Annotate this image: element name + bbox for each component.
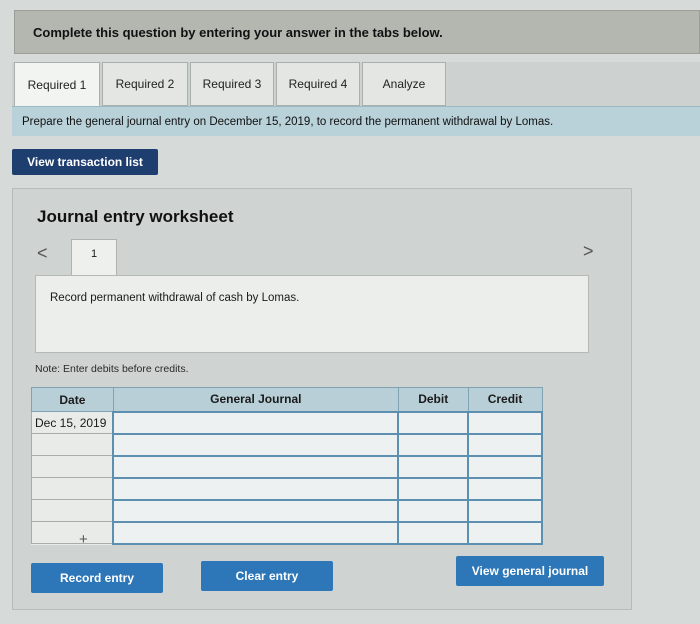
col-general-journal: General Journal <box>112 387 399 412</box>
clear-entry-button[interactable]: Clear entry <box>201 561 333 591</box>
date-cell[interactable] <box>31 433 114 456</box>
table-row <box>31 476 543 501</box>
tab-required-3[interactable]: Required 3 <box>190 62 274 106</box>
prompt-text: Prepare the general journal entry on Dec… <box>22 115 554 128</box>
debit-input[interactable] <box>397 432 470 457</box>
entry-description: Record permanent withdrawal of cash by L… <box>50 292 300 304</box>
credit-input[interactable] <box>467 498 543 523</box>
question-instruction: Complete this question by entering your … <box>33 24 443 40</box>
next-arrow-icon[interactable]: > <box>583 241 594 262</box>
debit-credit-note: Note: Enter debits before credits. <box>35 363 189 375</box>
debit-input[interactable] <box>397 410 470 435</box>
credit-input[interactable] <box>467 410 543 435</box>
debit-input[interactable] <box>397 520 470 545</box>
tab-required-2[interactable]: Required 2 <box>102 62 188 106</box>
add-row-icon[interactable]: + <box>79 531 88 548</box>
date-cell[interactable]: Dec 15, 2019 <box>31 411 114 434</box>
date-cell[interactable] <box>31 521 114 544</box>
tab-analyze[interactable]: Analyze <box>362 62 446 106</box>
debit-input[interactable] <box>397 498 470 523</box>
debit-input[interactable] <box>397 454 470 479</box>
table-row <box>31 498 543 523</box>
col-debit: Debit <box>397 387 469 412</box>
account-input[interactable] <box>112 432 400 457</box>
view-general-journal-button[interactable]: View general journal <box>456 556 604 586</box>
account-input[interactable] <box>112 520 400 545</box>
credit-input[interactable] <box>467 476 543 501</box>
journal-table: Date General Journal Debit Credit Dec 15… <box>31 387 543 545</box>
journal-worksheet: Journal entry worksheet < 1 > Record per… <box>12 188 632 610</box>
tab-bar: Required 1 Required 2 Required 3 Require… <box>12 62 700 108</box>
question-header: Complete this question by entering your … <box>14 10 700 54</box>
account-input[interactable] <box>112 498 400 523</box>
col-credit: Credit <box>467 387 543 412</box>
account-input[interactable] <box>112 410 400 435</box>
table-row <box>31 432 543 457</box>
worksheet-page-tab[interactable]: 1 <box>71 239 117 277</box>
debit-input[interactable] <box>397 476 470 501</box>
account-input[interactable] <box>112 476 400 501</box>
table-row <box>31 520 543 545</box>
tab-required-1[interactable]: Required 1 <box>14 62 100 108</box>
view-transaction-list-button[interactable]: View transaction list <box>12 149 158 175</box>
credit-input[interactable] <box>467 432 543 457</box>
account-input[interactable] <box>112 454 400 479</box>
col-date: Date <box>31 387 114 412</box>
credit-input[interactable] <box>467 520 543 545</box>
table-row: Dec 15, 2019 <box>31 410 543 435</box>
worksheet-title: Journal entry worksheet <box>37 207 234 226</box>
journal-header-row: Date General Journal Debit Credit <box>31 387 543 412</box>
record-entry-button[interactable]: Record entry <box>31 563 163 593</box>
table-row <box>31 454 543 479</box>
credit-input[interactable] <box>467 454 543 479</box>
prompt-bar: Prepare the general journal entry on Dec… <box>12 106 700 136</box>
date-cell[interactable] <box>31 499 114 522</box>
tab-required-4[interactable]: Required 4 <box>276 62 360 106</box>
prev-arrow-icon[interactable]: < <box>37 243 48 264</box>
date-cell[interactable] <box>31 455 114 478</box>
entry-description-box: Record permanent withdrawal of cash by L… <box>35 275 589 353</box>
date-cell[interactable] <box>31 477 114 500</box>
